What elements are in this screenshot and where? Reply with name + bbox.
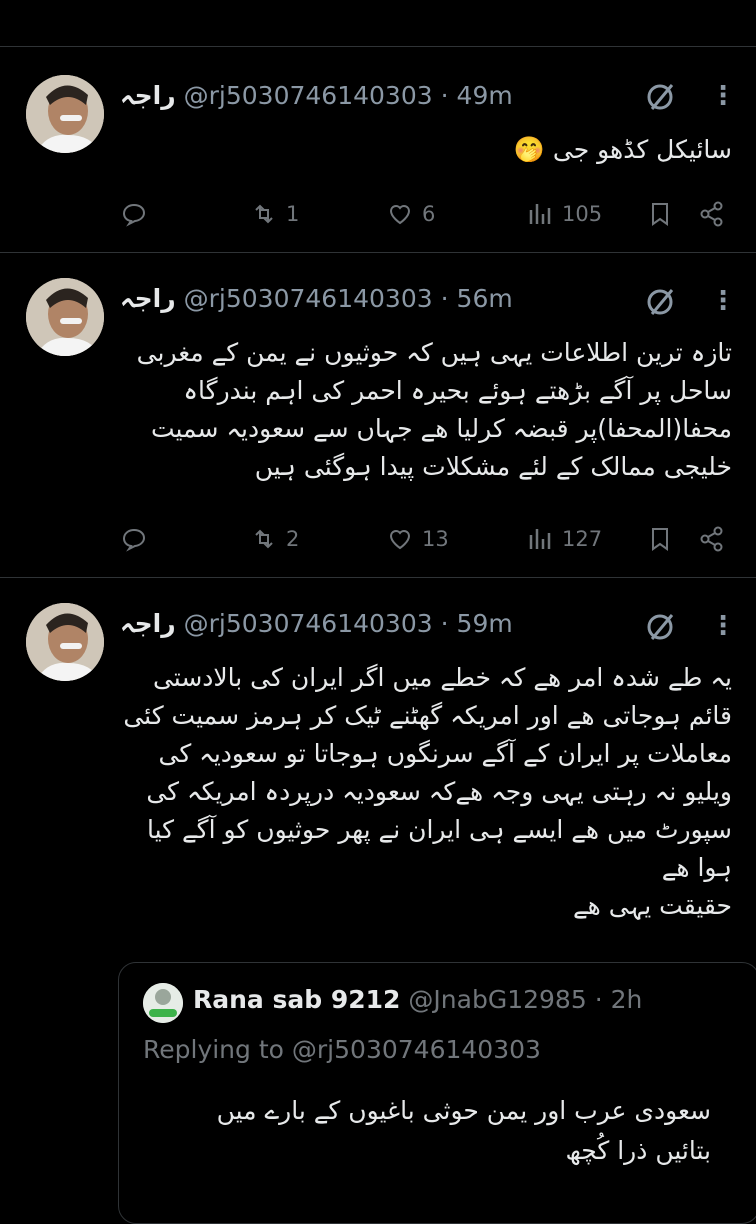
avatar-image [26, 603, 104, 681]
replying-to: Replying to @rj5030746140303 [143, 1035, 541, 1064]
grok-icon[interactable] [644, 609, 678, 643]
views-icon [529, 204, 551, 224]
tweet-header: راجہ @rj5030746140303 · 56m [120, 278, 646, 318]
avatar-image [26, 75, 104, 153]
tweet-text-line: سائیکل کڈھو جی 🤭 [513, 135, 732, 164]
views-button[interactable]: 127 [526, 519, 602, 559]
author-handle[interactable]: @rj5030746140303 [184, 609, 433, 638]
views-button[interactable]: 105 [526, 194, 602, 234]
share-button[interactable] [698, 194, 726, 234]
replying-to-handle[interactable]: @rj5030746140303 [292, 1035, 541, 1064]
retweet-button[interactable]: 1 [250, 194, 299, 234]
action-bar: 2 13 127 [120, 519, 732, 559]
tweet-header: راجہ @rj5030746140303 · 59m [120, 603, 646, 643]
share-button[interactable] [698, 519, 726, 559]
more-options-icon[interactable]: ⋮ [710, 79, 736, 113]
like-button[interactable]: 13 [386, 519, 449, 559]
views-count: 127 [562, 527, 603, 551]
author-name[interactable]: راجہ [120, 609, 176, 638]
timestamp[interactable]: · 59m [441, 609, 513, 638]
tweet-text-line: ویلیو نہ رہتی یہی وجہ ھےکہ سعودیہ درپردہ… [146, 777, 732, 806]
views-count: 105 [562, 202, 603, 226]
tweet-text-line: ساحل پر آگے بڑھتے ہوئے بحیرہ احمر کی اہم… [183, 376, 732, 405]
avatar[interactable] [26, 278, 104, 356]
like-button[interactable]: 6 [386, 194, 435, 234]
quote-avatar-image [143, 983, 183, 1023]
tweet-text-line: قائم ہوجاتی ھے اور امریکہ گھٹنے ٹیک کر ہ… [123, 701, 732, 730]
author-handle[interactable]: @rj5030746140303 [184, 81, 433, 110]
timestamp[interactable]: · 56m [441, 284, 513, 313]
retweet-count: 2 [286, 527, 300, 551]
heart-icon [389, 530, 411, 550]
replying-to-label: Replying to [143, 1035, 284, 1064]
author-handle[interactable]: @rj5030746140303 [184, 284, 433, 313]
tweet-text-line: حقیقت یہی ھے [572, 891, 732, 920]
quote-avatar[interactable] [143, 983, 183, 1023]
quote-text-line: بتائیں ذرا کُچھ [565, 1136, 711, 1165]
reply-button[interactable] [120, 519, 156, 559]
tweet-text: تازہ ترین اطلاعات یہی ہیں کہ حوثیوں نے ی… [120, 334, 732, 486]
quote-header: Rana sab 9212 @JnabG12985 · 2h [193, 985, 642, 1014]
retweet-button[interactable]: 2 [250, 519, 299, 559]
tweet-text-line: ہوا ھے [661, 853, 732, 882]
bookmark-icon [652, 528, 668, 551]
retweet-icon [255, 529, 273, 549]
quote-author-name[interactable]: Rana sab 9212 [193, 985, 400, 1014]
bookmark-icon [652, 203, 668, 226]
quote-timestamp: · 2h [594, 985, 643, 1014]
author-name[interactable]: راجہ [120, 284, 176, 313]
tweet-text: یہ طے شدہ امر ھے کہ خطے میں اگر ایران کی… [120, 659, 732, 925]
avatar-image [26, 278, 104, 356]
heart-icon [389, 205, 411, 225]
reply-button[interactable] [120, 194, 156, 234]
avatar[interactable] [26, 603, 104, 681]
share-icon [700, 201, 723, 227]
more-options-icon[interactable]: ⋮ [710, 284, 736, 318]
tweet-header: راجہ @rj5030746140303 · 49m [120, 75, 646, 115]
like-count: 6 [422, 202, 436, 226]
quote-text: سعودی عرب اور یمن حوثی باغیوں کے بارے می… [151, 1091, 711, 1171]
views-icon [529, 529, 551, 549]
author-name[interactable]: راجہ [120, 81, 176, 110]
bookmark-button[interactable] [646, 194, 674, 234]
tweet-text: سائیکل کڈھو جی 🤭 [120, 131, 732, 169]
bookmark-button[interactable] [646, 519, 674, 559]
tweet[interactable]: راجہ @rj5030746140303 · 56m ⋮ تازہ ترین … [0, 252, 756, 578]
quote-text-line: سعودی عرب اور یمن حوثی باغیوں کے بارے می… [216, 1096, 711, 1125]
more-options-icon[interactable]: ⋮ [710, 609, 736, 643]
tweet-text-line: یہ طے شدہ امر ھے کہ خطے میں اگر ایران کی… [152, 663, 732, 692]
grok-icon[interactable] [644, 284, 678, 318]
reply-icon [122, 528, 146, 552]
timestamp[interactable]: · 49m [441, 81, 513, 110]
action-bar: 1 6 105 [120, 194, 732, 234]
tweet-text-line: تازہ ترین اطلاعات یہی ہیں کہ حوثیوں نے ی… [136, 338, 732, 367]
tweet-text-line: محفا(المحفا)پر قبضہ کرلیا ھے جہاں سے سعو… [150, 414, 732, 443]
tweet-text-line: معاملات پر ایران کے آگے سرنگوں ہوجاتا تو… [158, 739, 733, 768]
tweet[interactable]: راجہ @rj5030746140303 · 49m ⋮ سائیکل کڈھ… [0, 47, 756, 253]
share-icon [700, 526, 723, 552]
tweet-text-line: سپورٹ میں ھے ایسے ہی ایران نے پھر حوثیوں… [147, 815, 732, 844]
like-count: 13 [422, 527, 449, 551]
avatar[interactable] [26, 75, 104, 153]
reply-icon [122, 203, 146, 227]
tweet-text-line: خلیجی ممالک کے لئے مشکلات پیدا ہوگئی ہیں [254, 452, 732, 481]
retweet-count: 1 [286, 202, 300, 226]
quote-author-handle[interactable]: @JnabG12985 [408, 985, 586, 1014]
quoted-tweet[interactable]: Rana sab 9212 @JnabG12985 · 2h Replying … [118, 962, 756, 1224]
grok-icon[interactable] [644, 79, 678, 113]
retweet-icon [255, 204, 273, 224]
